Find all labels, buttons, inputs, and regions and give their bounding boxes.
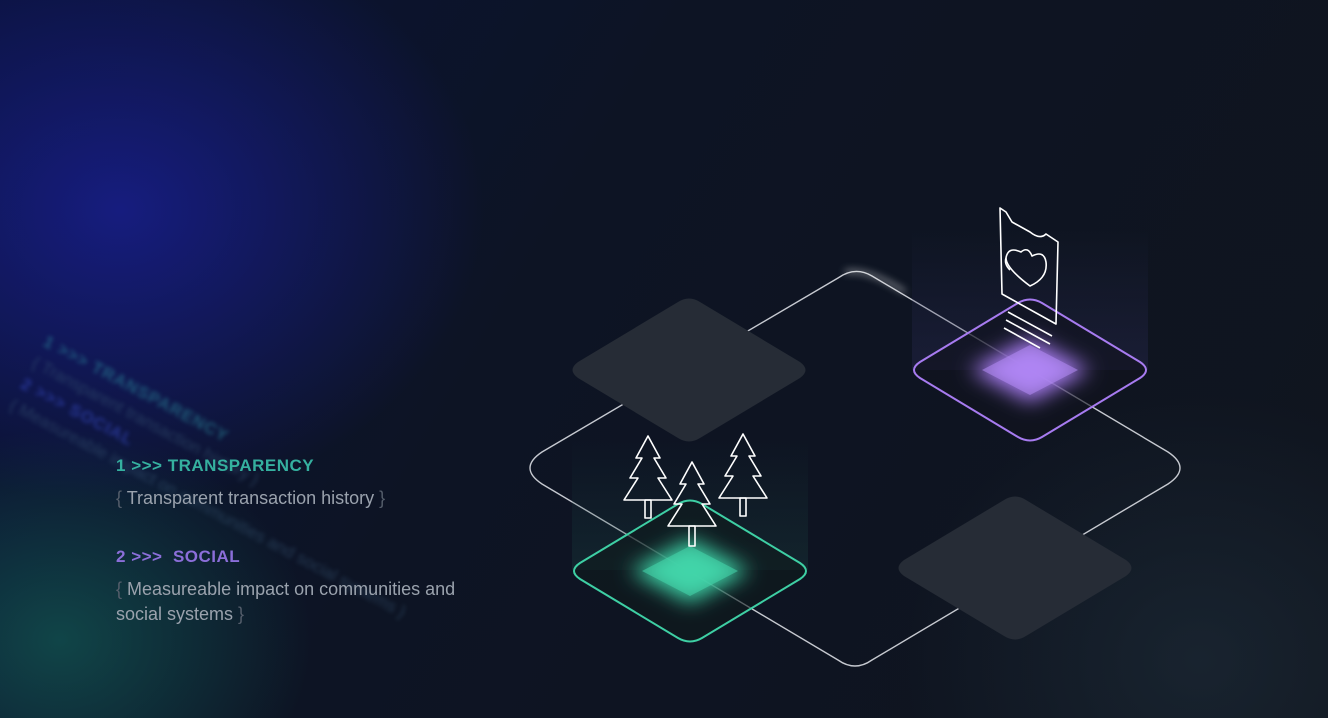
gray-tile-bottom: [898, 496, 1132, 640]
gray-tile-top: [572, 298, 806, 442]
isometric-illustration: [529, 207, 1181, 667]
